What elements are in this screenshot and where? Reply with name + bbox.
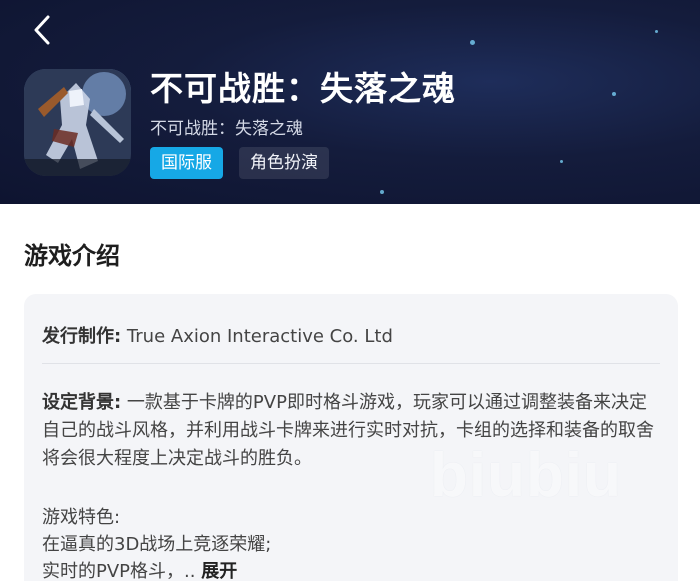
background-label: 设定背景: [42,392,122,413]
feature-item-truncated: 实时的PVP格斗，.. 展开 [42,558,662,581]
back-button[interactable] [24,10,60,50]
feature-item: 在逼真的3D战场上竞逐荣耀; [42,534,272,555]
expand-link[interactable]: 展开 [201,561,237,581]
feature-item: 实时的PVP格斗，.. [42,561,196,581]
game-icon [24,69,131,176]
star-decoration [470,40,475,45]
game-subtitle: 不可战胜：失落之魂 [150,119,303,139]
star-decoration [380,190,384,194]
features-block: 游戏特色: 在逼真的3D战场上竞逐荣耀; 实时的PVP格斗，.. 展开 [42,504,662,581]
star-decoration [612,92,616,96]
features-heading: 游戏特色: [42,507,121,528]
star-decoration [655,30,658,33]
background-text: 一款基于卡牌的PVP即时格斗游戏，玩家可以通过调整装备来决定自己的战斗风格，并利… [42,392,654,469]
divider [42,363,660,364]
intro-card: 发行制作: True Axion Interactive Co. Ltd 设定背… [24,294,678,581]
chevron-left-icon [34,15,50,45]
background-paragraph: 设定背景: 一款基于卡牌的PVP即时格斗游戏，玩家可以通过调整装备来决定自己的战… [42,389,662,473]
tag-genre[interactable]: 角色扮演 [239,147,329,179]
warrior-art-icon [24,69,131,176]
publisher-label: 发行制作: [42,326,122,347]
publisher-value: True Axion Interactive Co. Ltd [121,326,393,347]
game-title: 不可战胜：失落之魂 [150,69,456,108]
star-decoration [560,160,563,163]
tag-region[interactable]: 国际服 [150,147,223,179]
game-header: 不可战胜：失落之魂 不可战胜：失落之魂 国际服 角色扮演 [0,0,700,204]
publisher-row: 发行制作: True Axion Interactive Co. Ltd [42,322,393,348]
section-title: 游戏介绍 [24,242,120,270]
